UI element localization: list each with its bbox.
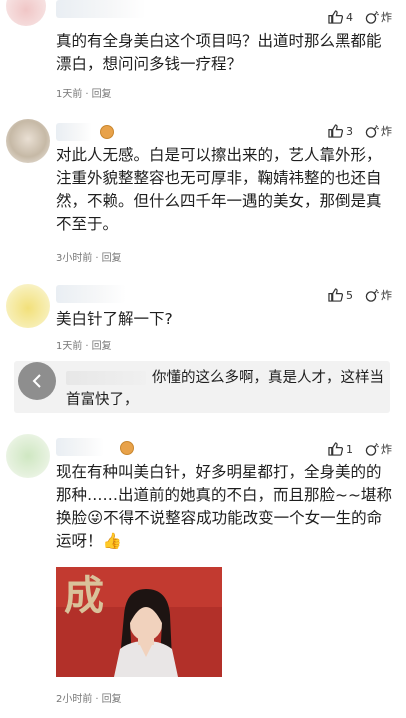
photo-caption: 成 bbox=[64, 573, 104, 619]
sub-reply-username-blurred[interactable] bbox=[66, 371, 146, 385]
like-count: 3 bbox=[346, 124, 353, 138]
comment-actions: 5 炸 bbox=[328, 285, 392, 305]
back-button[interactable] bbox=[18, 362, 56, 400]
thumbs-up-icon bbox=[328, 10, 343, 24]
reply-link[interactable]: 回复 bbox=[102, 253, 122, 264]
like-count: 1 bbox=[346, 442, 353, 456]
reply-link[interactable]: 回复 bbox=[92, 341, 112, 352]
vip-badge-icon bbox=[120, 441, 134, 455]
zha-label: 炸 bbox=[381, 443, 392, 456]
thumbs-up-icon bbox=[328, 288, 343, 302]
username-blurred[interactable] bbox=[56, 0, 146, 18]
comment-actions: 4 炸 bbox=[328, 7, 392, 27]
timestamp: 1天前 bbox=[56, 89, 83, 100]
timestamp: 2小时前 bbox=[56, 694, 93, 705]
comment-meta: 2小时前 · 回复 bbox=[56, 694, 122, 705]
comment-text: 现在有种叫美白针，好多明星都打，全身美的的那种……出道前的她真的不白，而且那脸~… bbox=[56, 463, 392, 550]
bomb-icon bbox=[365, 11, 379, 24]
username-blurred[interactable] bbox=[56, 285, 126, 303]
reply-link[interactable]: 回复 bbox=[92, 89, 112, 100]
comment-text: 美白针了解一下? bbox=[56, 310, 173, 328]
username-blurred[interactable] bbox=[56, 438, 104, 456]
bomb-icon bbox=[365, 443, 379, 456]
username-blurred[interactable] bbox=[56, 123, 92, 141]
comment-actions: 3 炸 bbox=[328, 121, 392, 141]
zha-button[interactable]: 炸 bbox=[365, 9, 392, 25]
like-button[interactable]: 4 bbox=[328, 10, 353, 24]
thumbs-up-icon bbox=[328, 124, 343, 138]
comment-text: 真的有全身美白这个项目吗？出道时那么黑都能漂白，想问问多钱一疗程？ bbox=[56, 32, 382, 73]
zha-label: 炸 bbox=[381, 289, 392, 302]
sub-reply[interactable]: 你懂的这么多啊，真是人才，这样当首富快了， bbox=[14, 361, 390, 413]
zha-button[interactable]: 炸 bbox=[365, 441, 392, 457]
like-count: 5 bbox=[346, 288, 353, 302]
timestamp: 3小时前 bbox=[56, 253, 93, 264]
avatar[interactable] bbox=[6, 119, 50, 163]
avatar[interactable] bbox=[6, 434, 50, 478]
comment-actions: 1 炸 bbox=[328, 439, 392, 459]
comment-meta: 1天前 · 回复 bbox=[56, 89, 112, 100]
vip-badge-icon bbox=[100, 125, 114, 139]
zha-label: 炸 bbox=[381, 125, 392, 138]
comment-meta: 1天前 · 回复 bbox=[56, 341, 112, 352]
bomb-icon bbox=[365, 289, 379, 302]
like-button[interactable]: 1 bbox=[328, 442, 353, 456]
comment-photo[interactable]: 成 bbox=[56, 567, 222, 677]
like-count: 4 bbox=[346, 10, 353, 24]
avatar[interactable] bbox=[6, 284, 50, 328]
sub-reply-text: 你懂的这么多啊，真是人才，这样当首富快了， bbox=[66, 367, 386, 411]
chevron-left-icon bbox=[32, 374, 41, 388]
zha-button[interactable]: 炸 bbox=[365, 123, 392, 139]
zha-button[interactable]: 炸 bbox=[365, 287, 392, 303]
reply-link[interactable]: 回复 bbox=[102, 694, 122, 705]
thumbs-up-icon bbox=[328, 442, 343, 456]
comment-text: 对此人无感。白是可以擦出来的，艺人靠外形，注重外貌整整容也无可厚非，鞠婧祎整的也… bbox=[56, 146, 382, 233]
timestamp: 1天前 bbox=[56, 341, 83, 352]
comment-meta: 3小时前 · 回复 bbox=[56, 253, 122, 264]
zha-label: 炸 bbox=[381, 11, 392, 24]
like-button[interactable]: 5 bbox=[328, 288, 353, 302]
avatar[interactable] bbox=[6, 0, 46, 26]
bomb-icon bbox=[365, 125, 379, 138]
like-button[interactable]: 3 bbox=[328, 124, 353, 138]
